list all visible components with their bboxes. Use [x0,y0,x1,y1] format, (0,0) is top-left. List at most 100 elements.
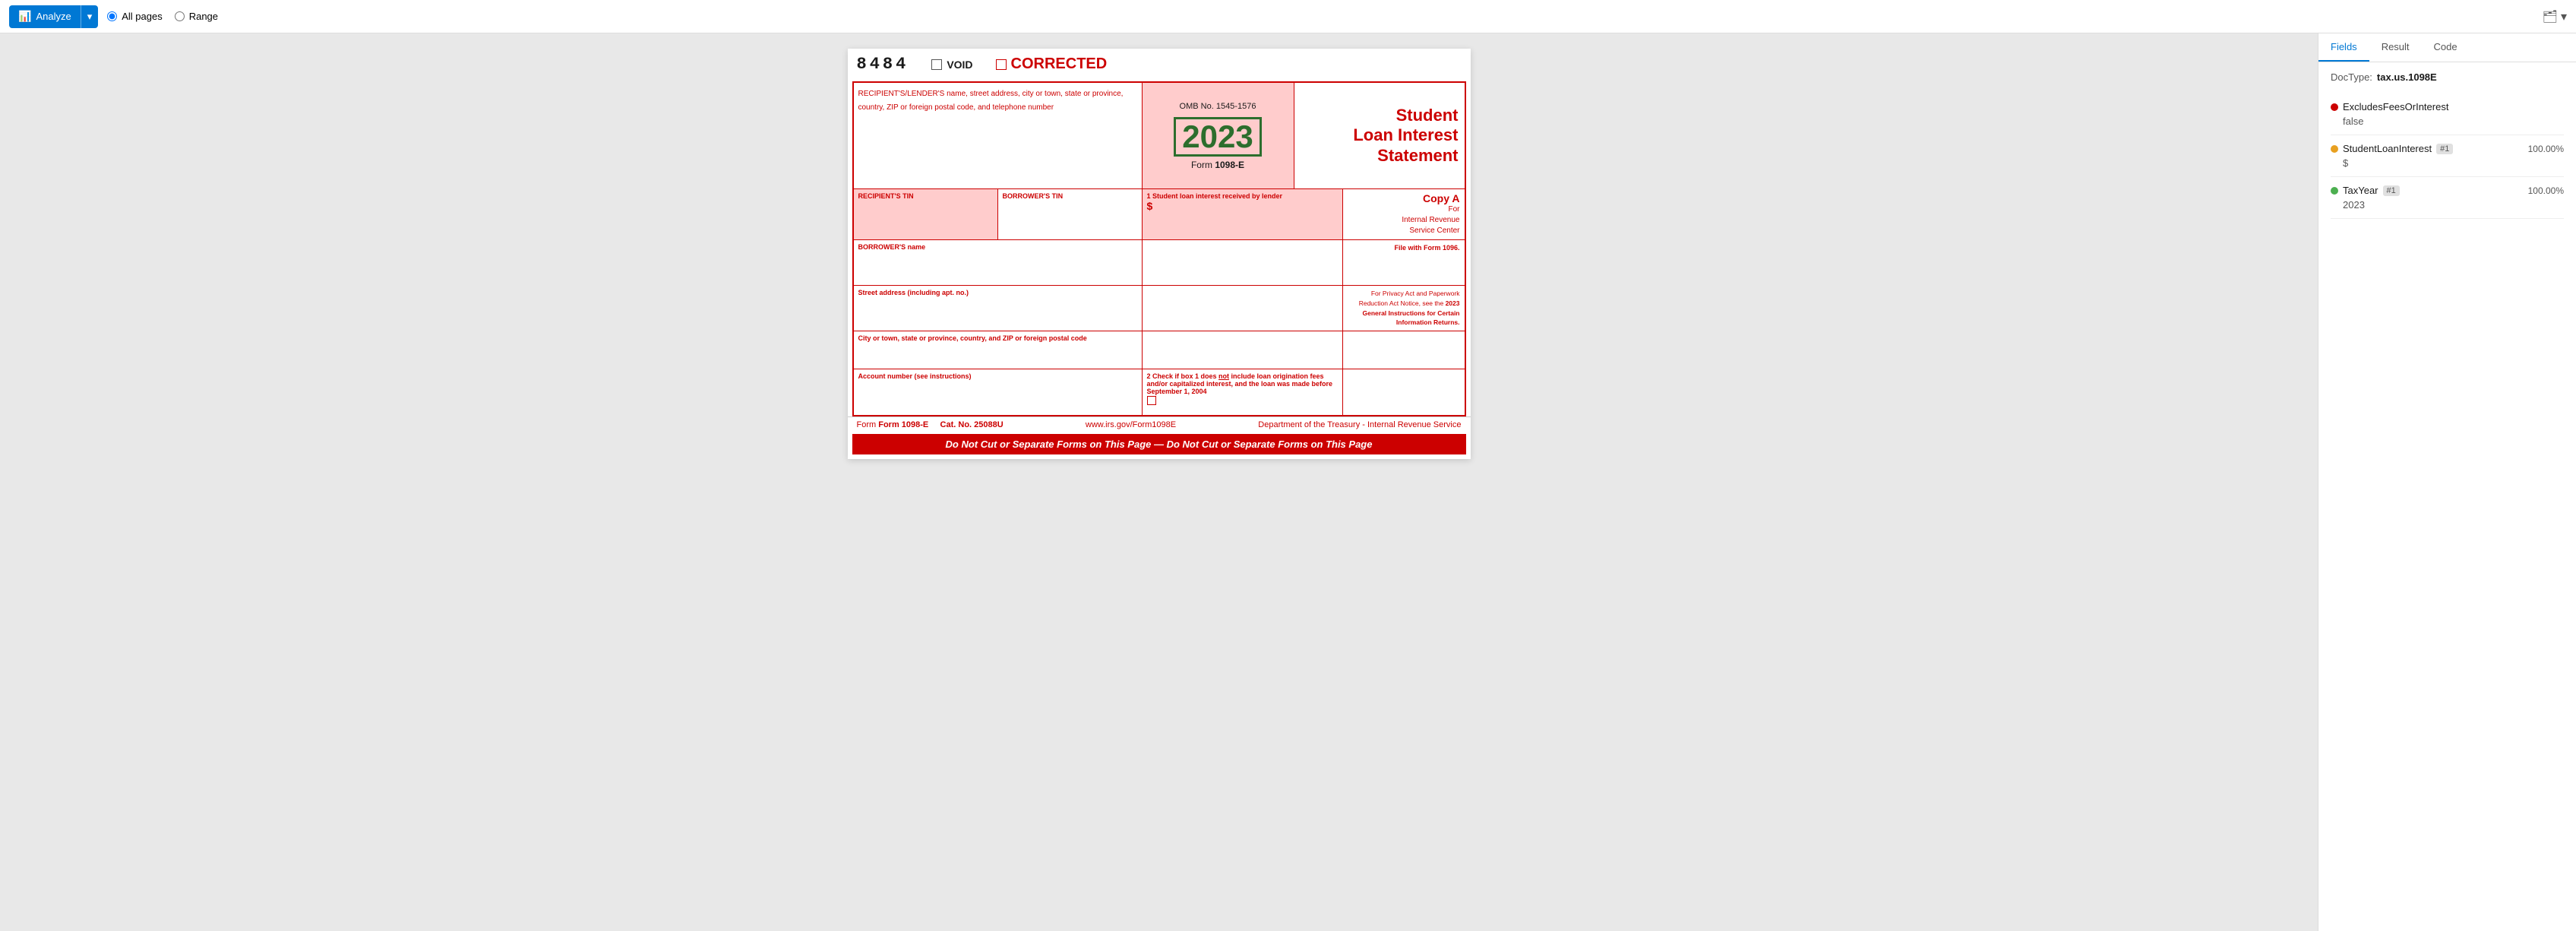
cell-city-right [1143,331,1343,369]
corrected-checkbox-container: CORRECTED [996,55,1108,73]
field-item-1: StudentLoanInterest #1 100.00% $ [2331,135,2564,177]
layers-icon: 🗂 [2543,9,2558,24]
field-value-0: false [2331,116,2564,127]
field-name-0: ExcludesFeesOrInterest [2343,101,2448,112]
range-option[interactable]: Range [175,11,218,22]
range-radio[interactable] [175,11,185,21]
cell-borrower-name: BORROWER'S name [854,240,1143,285]
tab-code[interactable]: Code [2422,33,2470,62]
field-badge-2: #1 [2383,185,2400,196]
field-value-2: 2023 [2331,199,2564,211]
borrower-name-value[interactable] [858,251,1137,266]
borrower-name-label: BORROWER'S name [858,243,1137,251]
field-item-2: TaxYear #1 100.00% 2023 [2331,177,2564,219]
all-pages-label: All pages [122,11,162,22]
form-id-label: Form 1098-E [1191,160,1244,170]
cell-irs-info: File with Form 1096. [1343,240,1465,285]
lender-label: RECIPIENT'S/LENDER'S name, street addres… [858,90,1124,112]
form-row-tins: RECIPIENT'S TIN BORROWER'S TIN 1 Student… [854,189,1465,240]
cell-loan-interest: 1 Student loan interest received by lend… [1143,189,1343,239]
doctype-label: DocType: [2331,71,2372,83]
form-grid: RECIPIENT'S/LENDER'S name, street addres… [852,81,1466,416]
form-row-city: City or town, state or province, country… [854,331,1465,369]
form-row-lender: RECIPIENT'S/LENDER'S name, street addres… [854,83,1465,189]
account-value[interactable] [858,380,1137,395]
form-number: 8484 [857,55,909,74]
corrected-checkbox[interactable] [996,59,1007,70]
city-label: City or town, state or province, country… [858,334,1137,342]
field-name-1: StudentLoanInterest [2343,143,2432,154]
footer-form-bold: Form 1098-E [878,420,928,429]
field-header-0: ExcludesFeesOrInterest [2331,101,2564,112]
field-dot-2 [2331,187,2338,195]
cell-account-side [1343,369,1465,415]
sidebar-tab-bar: Fields Result Code [2318,33,2576,62]
layers-dropdown[interactable]: ▾ [2561,9,2567,24]
form-row-borrower-name: BORROWER'S name File with Form 1096. [854,240,1465,286]
field-header-2: TaxYear #1 100.00% [2331,185,2564,196]
toolbar-right: 🗂 ▾ [2543,9,2567,24]
field-header-1: StudentLoanInterest #1 100.00% [2331,143,2564,154]
dollar-sign: $ [1147,200,1338,212]
form-top-row: 8484 VOID CORRECTED [857,55,1462,74]
analyze-button[interactable]: 📊 Analyze ▾ [9,5,98,28]
form-page: 8484 VOID CORRECTED RECIPIENT'S/L [848,49,1471,459]
footer-form-id: Form Form 1098-E Cat. No. 25088U [857,420,1004,429]
cell-city: City or town, state or province, country… [854,331,1143,369]
doctype-row: DocType: tax.us.1098E [2331,71,2564,83]
box2-label: 2 Check if box 1 does not include loan o… [1147,372,1338,395]
copy-a-sub: ForInternal RevenueService Center [1348,204,1460,236]
field-dot-1 [2331,145,2338,153]
title-line3: Statement [1301,146,1459,166]
cell-lender-info: RECIPIENT'S/LENDER'S name, street addres… [854,83,1143,188]
field-name-2: TaxYear [2343,185,2378,196]
cell-street-right [1143,286,1343,331]
tab-fields[interactable]: Fields [2318,33,2369,62]
form-footer: Form Form 1098-E Cat. No. 25088U www.irs… [848,416,1471,432]
analyze-dropdown-arrow[interactable]: ▾ [81,5,99,28]
void-checkbox[interactable] [931,59,942,70]
all-pages-option[interactable]: All pages [107,11,162,22]
field-badge-1: #1 [2436,144,2453,154]
form-id-prefix: Form [1191,160,1215,170]
footer-cat: Cat. No. 25088U [940,420,1004,429]
form-header: 8484 VOID CORRECTED [848,49,1471,81]
box2-checkbox[interactable] [1147,396,1156,405]
cell-account: Account number (see instructions) [854,369,1143,415]
file-label: File with Form 1096. [1348,243,1460,254]
recip-tin-value[interactable] [858,200,993,215]
year-display: 2023 [1174,117,1261,157]
doctype-value: tax.us.1098E [2377,71,2437,83]
footer-url: www.irs.gov/Form1098E [1086,420,1176,429]
layers-button[interactable]: 🗂 ▾ [2543,9,2567,24]
cell-box2: 2 Check if box 1 does not include loan o… [1143,369,1343,415]
borr-tin-value[interactable] [1003,200,1137,215]
tab-result[interactable]: Result [2369,33,2422,62]
cell-copy-a: Copy A ForInternal RevenueService Center [1343,189,1465,239]
street-value[interactable] [858,296,1137,312]
form-row-account: Account number (see instructions) 2 Chec… [854,369,1465,415]
field-item-0: ExcludesFeesOrInterest false [2331,93,2564,135]
footer-dept: Department of the Treasury - Internal Re… [1258,420,1461,429]
loan-interest-label: 1 Student loan interest received by lend… [1147,192,1338,200]
sidebar: Fields Result Code DocType: tax.us.1098E… [2318,33,2576,931]
field-pct-1: 100.00% [2528,144,2564,154]
cell-recipient-tin: RECIPIENT'S TIN [854,189,998,239]
corrected-label: CORRECTED [1011,55,1108,73]
field-pct-2: 100.00% [2528,185,2564,196]
void-label: VOID [947,59,972,71]
city-value[interactable] [858,342,1137,357]
cell-city-side [1343,331,1465,369]
void-checkbox-container: VOID [931,59,972,71]
do-not-cut-banner: Do Not Cut or Separate Forms on This Pag… [852,434,1466,454]
cell-form-title: Student Loan Interest Statement [1294,83,1465,188]
all-pages-radio[interactable] [107,11,117,21]
title-line2: Loan Interest [1301,125,1459,145]
form-row-street: Street address (including apt. no.) For … [854,286,1465,331]
page-range-selector: All pages Range [107,11,218,22]
recip-tin-label: RECIPIENT'S TIN [858,192,993,200]
cell-year: OMB No. 1545-1576 2023 Form 1098-E [1143,83,1294,188]
field-value-1: $ [2331,157,2564,169]
chart-icon: 📊 [18,10,31,23]
field-dot-0 [2331,103,2338,111]
